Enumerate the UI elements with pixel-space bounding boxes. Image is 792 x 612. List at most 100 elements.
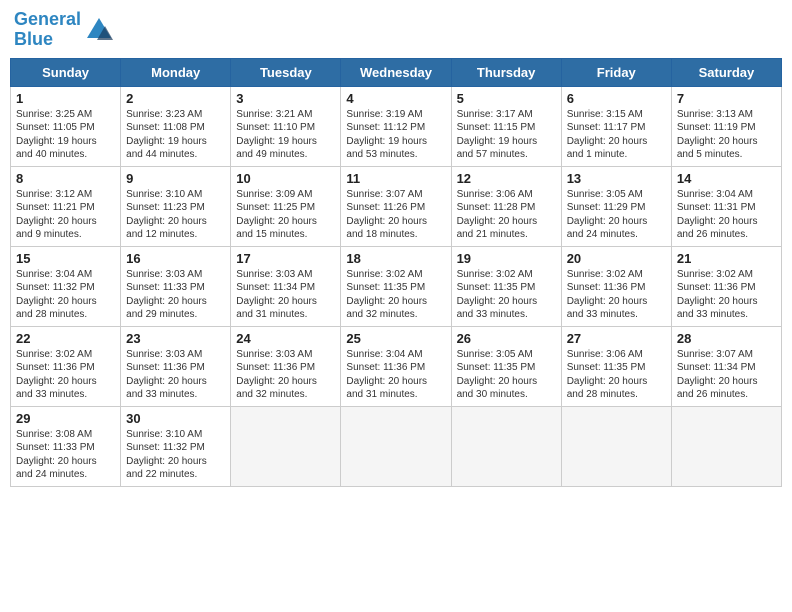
calendar-cell: 28Sunrise: 3:07 AM Sunset: 11:34 PM Dayl… — [671, 326, 781, 406]
day-info: Sunrise: 3:09 AM Sunset: 11:25 PM Daylig… — [236, 188, 335, 242]
day-info: Sunrise: 3:02 AM Sunset: 11:35 PM Daylig… — [457, 268, 556, 322]
logo: GeneralBlue — [14, 10, 113, 50]
calendar-cell: 1Sunrise: 3:25 AM Sunset: 11:05 PM Dayli… — [11, 86, 121, 166]
calendar-cell: 6 Sunrise: 3:15 AM Sunset: 11:17 PM Dayli… — [561, 86, 671, 166]
day-info: Sunrise: 3:10 AM Sunset: 11:32 PM Daylig… — [126, 428, 225, 482]
day-info: Sunrise: 3:13 AM Sunset: 11:19 PM Daylig… — [677, 108, 776, 162]
calendar-week-4: 22Sunrise: 3:02 AM Sunset: 11:36 PM Dayl… — [11, 326, 782, 406]
day-number: 10 — [236, 171, 335, 186]
day-number: 4 — [346, 91, 445, 106]
day-number: 6 — [567, 91, 666, 106]
day-info: Sunrise: 3:04 AM Sunset: 11:32 PM Daylig… — [16, 268, 115, 322]
day-info: Sunrise: 3:17 AM Sunset: 11:15 PM Daylig… — [457, 108, 556, 162]
calendar-cell: 14 Sunrise: 3:04 AM Sunset: 11:31 PM Dayl… — [671, 166, 781, 246]
weekday-tuesday: Tuesday — [231, 58, 341, 86]
day-info: Sunrise: 3:05 AM Sunset: 11:35 PM Daylig… — [457, 348, 556, 402]
logo-text: GeneralBlue — [14, 10, 81, 50]
calendar-cell: 25 Sunrise: 3:04 AM Sunset: 11:36 PM Dayl… — [341, 326, 451, 406]
day-number: 16 — [126, 251, 225, 266]
calendar-cell: 11 Sunrise: 3:07 AM Sunset: 11:26 PM Dayl… — [341, 166, 451, 246]
calendar-cell: 21 Sunrise: 3:02 AM Sunset: 11:36 PM Dayl… — [671, 246, 781, 326]
day-number: 25 — [346, 331, 445, 346]
day-info: Sunrise: 3:21 AM Sunset: 11:10 PM Daylig… — [236, 108, 335, 162]
logo-icon — [85, 16, 113, 44]
day-number: 28 — [677, 331, 776, 346]
day-info: Sunrise: 3:04 AM Sunset: 11:36 PM Daylig… — [346, 348, 445, 402]
day-number: 22 — [16, 331, 115, 346]
calendar-cell: 13Sunrise: 3:05 AM Sunset: 11:29 PM Dayl… — [561, 166, 671, 246]
day-number: 15 — [16, 251, 115, 266]
day-number: 20 — [567, 251, 666, 266]
calendar-cell: 3 Sunrise: 3:21 AM Sunset: 11:10 PM Dayli… — [231, 86, 341, 166]
calendar-cell: 29Sunrise: 3:08 AM Sunset: 11:33 PM Dayl… — [11, 406, 121, 486]
day-info: Sunrise: 3:10 AM Sunset: 11:23 PM Daylig… — [126, 188, 225, 242]
weekday-sunday: Sunday — [11, 58, 121, 86]
calendar-table: SundayMondayTuesdayWednesdayThursdayFrid… — [10, 58, 782, 487]
day-info: Sunrise: 3:19 AM Sunset: 11:12 PM Daylig… — [346, 108, 445, 162]
calendar-cell: 12Sunrise: 3:06 AM Sunset: 11:28 PM Dayl… — [451, 166, 561, 246]
day-number: 18 — [346, 251, 445, 266]
calendar-cell: 7 Sunrise: 3:13 AM Sunset: 11:19 PM Dayli… — [671, 86, 781, 166]
calendar-cell: 27 Sunrise: 3:06 AM Sunset: 11:35 PM Dayl… — [561, 326, 671, 406]
day-number: 2 — [126, 91, 225, 106]
calendar-body: 1Sunrise: 3:25 AM Sunset: 11:05 PM Dayli… — [11, 86, 782, 486]
calendar-cell: 9 Sunrise: 3:10 AM Sunset: 11:23 PM Dayli… — [121, 166, 231, 246]
calendar-cell: 26 Sunrise: 3:05 AM Sunset: 11:35 PM Dayl… — [451, 326, 561, 406]
calendar-cell — [671, 406, 781, 486]
day-info: Sunrise: 3:06 AM Sunset: 11:35 PM Daylig… — [567, 348, 666, 402]
day-number: 21 — [677, 251, 776, 266]
calendar-week-2: 8 Sunrise: 3:12 AM Sunset: 11:21 PM Dayli… — [11, 166, 782, 246]
calendar-cell — [451, 406, 561, 486]
day-info: Sunrise: 3:03 AM Sunset: 11:36 PM Daylig… — [126, 348, 225, 402]
weekday-saturday: Saturday — [671, 58, 781, 86]
day-number: 27 — [567, 331, 666, 346]
day-info: Sunrise: 3:02 AM Sunset: 11:36 PM Daylig… — [677, 268, 776, 322]
day-info: Sunrise: 3:12 AM Sunset: 11:21 PM Daylig… — [16, 188, 115, 242]
day-number: 3 — [236, 91, 335, 106]
day-info: Sunrise: 3:03 AM Sunset: 11:34 PM Daylig… — [236, 268, 335, 322]
calendar-cell: 8 Sunrise: 3:12 AM Sunset: 11:21 PM Dayli… — [11, 166, 121, 246]
calendar-cell: 20 Sunrise: 3:02 AM Sunset: 11:36 PM Dayl… — [561, 246, 671, 326]
calendar-cell: 4 Sunrise: 3:19 AM Sunset: 11:12 PM Dayli… — [341, 86, 451, 166]
day-number: 8 — [16, 171, 115, 186]
day-number: 13 — [567, 171, 666, 186]
weekday-friday: Friday — [561, 58, 671, 86]
calendar-cell: 22Sunrise: 3:02 AM Sunset: 11:36 PM Dayl… — [11, 326, 121, 406]
day-info: Sunrise: 3:04 AM Sunset: 11:31 PM Daylig… — [677, 188, 776, 242]
day-number: 23 — [126, 331, 225, 346]
day-info: Sunrise: 3:23 AM Sunset: 11:08 PM Daylig… — [126, 108, 225, 162]
calendar-cell: 10 Sunrise: 3:09 AM Sunset: 11:25 PM Dayl… — [231, 166, 341, 246]
day-number: 19 — [457, 251, 556, 266]
calendar-cell: 18Sunrise: 3:02 AM Sunset: 11:35 PM Dayl… — [341, 246, 451, 326]
calendar-cell: 5 Sunrise: 3:17 AM Sunset: 11:15 PM Dayli… — [451, 86, 561, 166]
calendar-cell: 2 Sunrise: 3:23 AM Sunset: 11:08 PM Dayli… — [121, 86, 231, 166]
day-number: 11 — [346, 171, 445, 186]
calendar-week-1: 1Sunrise: 3:25 AM Sunset: 11:05 PM Dayli… — [11, 86, 782, 166]
day-number: 17 — [236, 251, 335, 266]
calendar-cell — [561, 406, 671, 486]
day-number: 5 — [457, 91, 556, 106]
day-info: Sunrise: 3:07 AM Sunset: 11:26 PM Daylig… — [346, 188, 445, 242]
calendar-week-5: 29Sunrise: 3:08 AM Sunset: 11:33 PM Dayl… — [11, 406, 782, 486]
day-number: 29 — [16, 411, 115, 426]
day-info: Sunrise: 3:02 AM Sunset: 11:36 PM Daylig… — [567, 268, 666, 322]
day-number: 26 — [457, 331, 556, 346]
weekday-monday: Monday — [121, 58, 231, 86]
day-info: Sunrise: 3:03 AM Sunset: 11:33 PM Daylig… — [126, 268, 225, 322]
day-info: Sunrise: 3:03 AM Sunset: 11:36 PM Daylig… — [236, 348, 335, 402]
weekday-wednesday: Wednesday — [341, 58, 451, 86]
day-info: Sunrise: 3:15 AM Sunset: 11:17 PM Daylig… — [567, 108, 666, 162]
calendar-cell: 15 Sunrise: 3:04 AM Sunset: 11:32 PM Dayl… — [11, 246, 121, 326]
calendar-cell: 30Sunrise: 3:10 AM Sunset: 11:32 PM Dayl… — [121, 406, 231, 486]
calendar-cell: 17 Sunrise: 3:03 AM Sunset: 11:34 PM Dayl… — [231, 246, 341, 326]
day-number: 7 — [677, 91, 776, 106]
day-number: 24 — [236, 331, 335, 346]
day-number: 9 — [126, 171, 225, 186]
day-number: 12 — [457, 171, 556, 186]
calendar-week-3: 15 Sunrise: 3:04 AM Sunset: 11:32 PM Dayl… — [11, 246, 782, 326]
page-header: GeneralBlue — [10, 10, 782, 50]
weekday-thursday: Thursday — [451, 58, 561, 86]
weekday-header-row: SundayMondayTuesdayWednesdayThursdayFrid… — [11, 58, 782, 86]
day-number: 14 — [677, 171, 776, 186]
calendar-cell: 24 Sunrise: 3:03 AM Sunset: 11:36 PM Dayl… — [231, 326, 341, 406]
